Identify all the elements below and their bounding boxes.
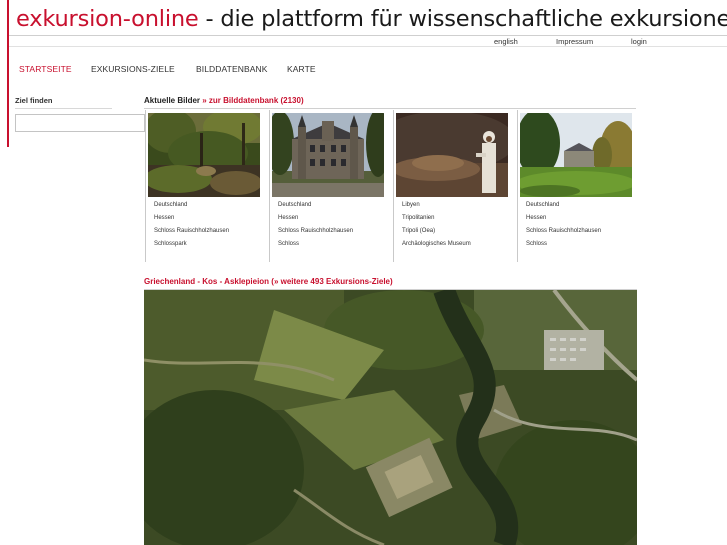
site-title: exkursion-online - die plattform für wis…	[16, 6, 727, 32]
featured-destination-heading[interactable]: Griechenland - Kos - Asklepieion (» weit…	[144, 277, 393, 286]
card-divider	[393, 110, 394, 262]
card-country[interactable]: Deutschland	[154, 202, 187, 208]
card-detail[interactable]: Schloss	[526, 241, 547, 247]
card-country[interactable]: Deutschland	[526, 202, 559, 208]
card-region[interactable]: Hessen	[526, 215, 546, 221]
card-site[interactable]: Tripoli (Oea)	[402, 228, 435, 234]
nav-startseite[interactable]: STARTSEITE	[19, 64, 72, 74]
card-country[interactable]: Deutschland	[278, 202, 311, 208]
card-divider	[269, 110, 270, 262]
find-destination-input[interactable]	[15, 114, 145, 132]
garden-park-photo[interactable]	[148, 113, 260, 197]
image-card[interactable]: Deutschland Hessen Schloss Rauischholzha…	[517, 110, 637, 262]
card-detail[interactable]: Archäologisches Museum	[402, 241, 471, 247]
image-database-link[interactable]: » zur Bilddatenbank (2130)	[202, 96, 303, 105]
nav-karte[interactable]: KARTE	[287, 64, 316, 74]
site-tagline: - die plattform für wissenschaftliche ex…	[198, 6, 727, 32]
image-card[interactable]: Libyen Tripolitanien Tripoli (Oea) Archä…	[393, 110, 513, 262]
nav-exkursions-ziele[interactable]: EXKURSIONS-ZIELE	[91, 64, 175, 74]
card-region[interactable]: Hessen	[278, 215, 298, 221]
card-site[interactable]: Schloss Rauischholzhausen	[154, 228, 229, 234]
card-divider	[145, 110, 146, 262]
aerial-photo-asklepieion[interactable]	[144, 290, 637, 545]
site-brand[interactable]: exkursion-online	[16, 6, 199, 32]
login-link[interactable]: login	[631, 37, 647, 46]
card-site[interactable]: Schloss Rauischholzhausen	[526, 228, 601, 234]
card-site[interactable]: Schloss Rauischholzhausen	[278, 228, 353, 234]
latest-images-heading: Aktuelle Bilder » zur Bilddatenbank (213…	[144, 96, 304, 105]
top-links-divider	[9, 46, 727, 47]
card-divider	[517, 110, 518, 262]
sidebar-divider	[15, 108, 112, 109]
manor-meadow-photo[interactable]	[520, 113, 632, 197]
card-region[interactable]: Tripolitanien	[402, 215, 434, 221]
nav-bilddatenbank[interactable]: BILDDATENBANK	[196, 64, 268, 74]
image-card[interactable]: Deutschland Hessen Schloss Rauischholzha…	[145, 110, 265, 262]
castle-photo[interactable]	[272, 113, 384, 197]
image-card[interactable]: Deutschland Hessen Schloss Rauischholzha…	[269, 110, 389, 262]
brand-accent-bar	[7, 0, 9, 147]
card-detail[interactable]: Schlosspark	[154, 241, 187, 247]
impressum-link[interactable]: Impressum	[556, 37, 593, 46]
museum-figure-photo[interactable]	[396, 113, 508, 197]
card-country[interactable]: Libyen	[402, 202, 420, 208]
card-detail[interactable]: Schloss	[278, 241, 299, 247]
find-destination-label: Ziel finden	[15, 96, 53, 105]
card-region[interactable]: Hessen	[154, 215, 174, 221]
header-divider	[9, 35, 727, 36]
english-link[interactable]: english	[494, 37, 518, 46]
latest-images-divider	[144, 108, 636, 109]
latest-images-title: Aktuelle Bilder	[144, 96, 201, 105]
